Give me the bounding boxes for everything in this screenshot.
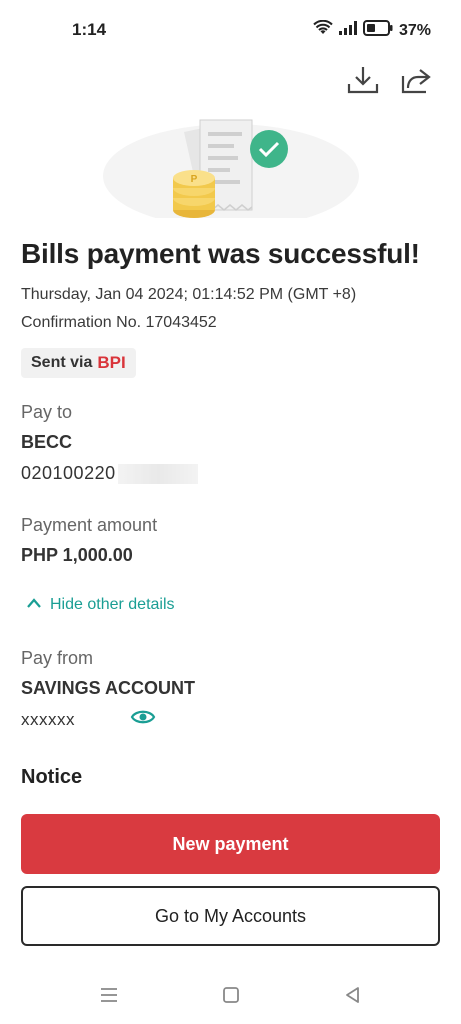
home-icon[interactable] [216,980,246,1010]
transaction-date: Thursday, Jan 04 2024; 01:14:52 PM (GMT … [21,286,357,303]
sent-via-badge: Sent via BPI [21,348,136,378]
redacted-area [117,464,198,485]
back-icon[interactable] [338,980,368,1010]
notice-heading: Notice [21,766,83,788]
payment-amount-label: Payment amount [21,515,158,535]
wifi-icon [313,19,333,41]
download-icon[interactable] [345,62,381,98]
status-bar: 1:14 37% [0,0,461,60]
chevron-up-icon [26,596,42,614]
svg-text:P: P [191,174,198,185]
menu-icon[interactable] [94,980,124,1010]
hide-details-toggle[interactable]: Hide other details [26,596,175,614]
battery-icon [362,20,393,41]
eye-icon[interactable] [130,706,156,728]
pay-to-label: Pay to [21,402,73,422]
status-time: 1:14 [72,20,107,39]
system-navigation-bar [0,975,461,1015]
check-icon [250,130,288,168]
bank-logo: BPI [97,353,126,372]
status-icons: 37% [313,19,431,41]
coins-icon: P [173,170,215,218]
masked-account-number: xxxxxx [21,710,75,729]
receipt-toolbar [345,62,435,98]
new-payment-button[interactable]: New payment [21,814,440,874]
pay-from-label: Pay from [21,648,94,668]
hide-details-label: Hide other details [50,596,175,613]
payment-amount-value: PHP 1,000.00 [21,545,133,565]
account-number-text: 020100220 [21,463,116,483]
confirmation-number: Confirmation No. 17043452 [21,314,217,331]
success-illustration: P [100,112,362,228]
biller-name: BECC [21,432,73,452]
sent-via-label: Sent via [31,354,93,371]
go-to-accounts-button[interactable]: Go to My Accounts [21,886,440,946]
biller-account-number: 020100220 [21,463,198,485]
source-account-type: SAVINGS ACCOUNT [21,678,196,698]
battery-percent: 37% [398,21,431,39]
page-title: Bills payment was successful! [21,238,420,269]
share-icon[interactable] [399,62,435,98]
signal-icon [338,21,357,40]
